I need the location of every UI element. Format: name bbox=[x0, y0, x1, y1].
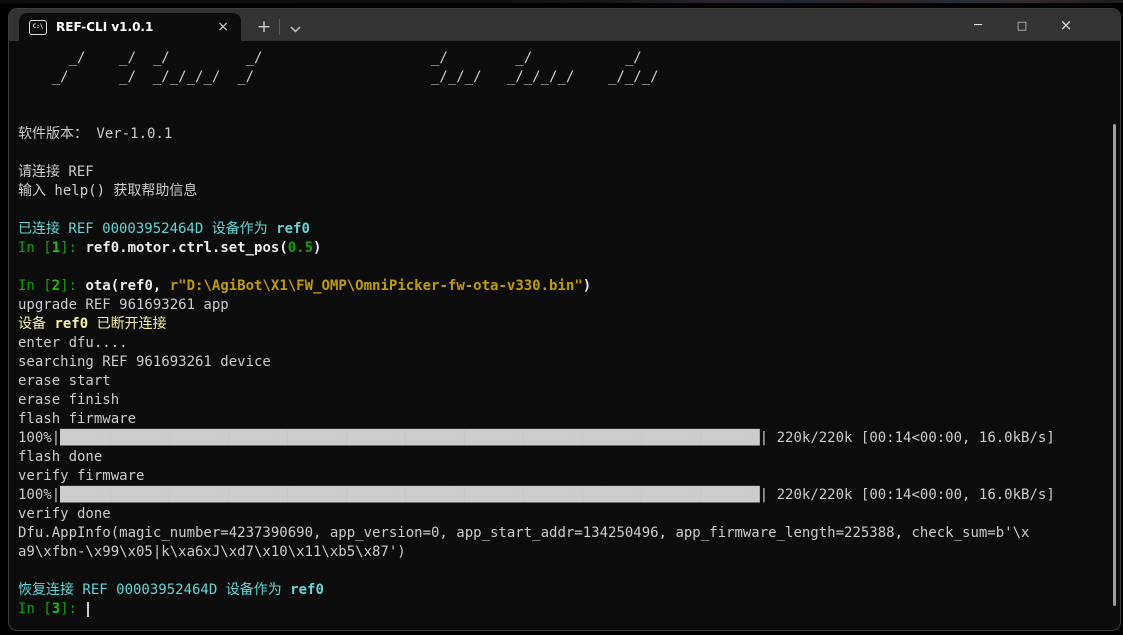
terminal-text-segment: Dfu.AppInfo(magic_number=4237390690, app… bbox=[18, 525, 1029, 541]
scrollbar-thumb[interactable] bbox=[1113, 124, 1116, 606]
terminal-text-segment: erase finish bbox=[18, 392, 119, 408]
terminal-text-segment: 100%| bbox=[18, 487, 60, 503]
terminal-text-segment: verify done bbox=[18, 506, 111, 522]
terminal-text-segment: enter dfu.... bbox=[18, 335, 128, 351]
terminal-line bbox=[18, 201, 1119, 220]
terminal-line: flash done bbox=[18, 448, 1119, 467]
terminal-line bbox=[18, 562, 1119, 581]
terminal-text-segment: ████████████████████████████████████████… bbox=[60, 487, 760, 503]
minimize-button[interactable]: ─ bbox=[956, 9, 1000, 41]
terminal-text-segment: upgrade REF 961693261 app bbox=[18, 297, 229, 313]
terminal-line: searching REF 961693261 device bbox=[18, 353, 1119, 372]
terminal-content[interactable]: _/ _/ _/ _/ _/ _/ _/ _/ _/ _/_/_/_/ _/ _… bbox=[10, 41, 1119, 629]
terminal-line: 请连接 REF bbox=[18, 163, 1119, 182]
terminal-text-segment: ref0.motor.ctrl.set_pos( bbox=[85, 240, 287, 256]
terminal-line: In [2]: ota(ref0, r"D:\AgiBot\X1\FW_OMP\… bbox=[18, 277, 1119, 296]
terminal-line bbox=[18, 144, 1119, 163]
terminal-line: flash firmware bbox=[18, 410, 1119, 429]
terminal-line: 已连接 REF 00003952464D 设备作为 ref0 bbox=[18, 220, 1119, 239]
maximize-button[interactable]: □ bbox=[1000, 9, 1044, 41]
terminal-line: verify done bbox=[18, 505, 1119, 524]
terminal-text-segment: flash firmware bbox=[18, 411, 136, 427]
terminal-text-segment: In [ bbox=[18, 278, 52, 294]
terminal-text-segment: 1 bbox=[52, 240, 60, 256]
cmd-prompt-icon: C:\ bbox=[29, 20, 47, 35]
terminal-text-segment: ]: bbox=[60, 240, 85, 256]
terminal-line bbox=[18, 258, 1119, 277]
terminal-text-segment: 已连接 REF 00003952464D 设备作为 bbox=[18, 221, 276, 237]
terminal-text-segment: In [ bbox=[18, 240, 52, 256]
terminal-line: Dfu.AppInfo(magic_number=4237390690, app… bbox=[18, 524, 1119, 543]
titlebar: C:\ REF-CLI v1.0.1 × + ─ □ × bbox=[9, 9, 1120, 41]
terminal-text-segment: ota(ref0, bbox=[85, 278, 169, 294]
close-button[interactable]: × bbox=[1044, 9, 1088, 41]
terminal-line: 100%|███████████████████████████████████… bbox=[18, 486, 1119, 505]
terminal-text-segment: a9\xfbn-\x99\x05|k\xa6xJ\xd7\x10\x11\xb5… bbox=[18, 544, 406, 560]
terminal-line: _/ _/ _/ _/ _/ _/ _/ bbox=[18, 49, 1119, 68]
window-controls: ─ □ × bbox=[956, 9, 1088, 41]
terminal-line: 设备 ref0 已断开连接 bbox=[18, 315, 1119, 334]
terminal-text-segment: 3 bbox=[52, 601, 60, 617]
terminal-text-segment: searching REF 961693261 device bbox=[18, 354, 271, 370]
tab-title: REF-CLI v1.0.1 bbox=[56, 20, 206, 34]
terminal-text-segment: 输入 help() 获取帮助信息 bbox=[18, 183, 197, 199]
terminal-line: erase start bbox=[18, 372, 1119, 391]
terminal-text-segment: erase start bbox=[18, 373, 111, 389]
terminal-line: erase finish bbox=[18, 391, 1119, 410]
terminal-text-segment: verify firmware bbox=[18, 468, 144, 484]
terminal-text-segment: 0.5 bbox=[288, 240, 313, 256]
terminal-text-segment: In [ bbox=[18, 601, 52, 617]
terminal-text-segment: ) bbox=[583, 278, 591, 294]
terminal-text-segment: 软件版本： Ver-1.0.1 bbox=[18, 126, 172, 142]
new-tab-button[interactable]: + bbox=[249, 13, 279, 41]
terminal-text-segment: r"D:\AgiBot\X1\FW_OMP\OmniPicker-fw-ota-… bbox=[170, 278, 583, 294]
terminal-line: 软件版本： Ver-1.0.1 bbox=[18, 125, 1119, 144]
text-cursor bbox=[87, 602, 89, 617]
terminal-text-segment: _/ _/ _/_/_/_/ _/ _/_/_/ _/_/_/_/ _/_/_/ bbox=[18, 69, 659, 85]
terminal-text-segment: ref0 bbox=[54, 316, 88, 332]
terminal-text-segment: ref0 bbox=[276, 221, 310, 237]
chevron-down-icon bbox=[290, 18, 301, 37]
terminal-line: _/ _/ _/_/_/_/ _/ _/_/_/ _/_/_/_/ _/_/_/ bbox=[18, 68, 1119, 87]
tab-ref-cli[interactable]: C:\ REF-CLI v1.0.1 × bbox=[19, 13, 241, 41]
terminal-text-segment: 设备 bbox=[18, 316, 54, 332]
terminal-text-segment: | 220k/220k [00:14<00:00, 16.0kB/s] bbox=[760, 487, 1055, 503]
terminal-text-segment: flash done bbox=[18, 449, 102, 465]
terminal-text-segment: 请连接 REF bbox=[18, 164, 94, 180]
terminal-line: In [3]: bbox=[18, 600, 1119, 619]
terminal-line: 100%|███████████████████████████████████… bbox=[18, 429, 1119, 448]
terminal-line: In [1]: ref0.motor.ctrl.set_pos(0.5) bbox=[18, 239, 1119, 258]
terminal-text-segment: ) bbox=[313, 240, 321, 256]
terminal-text-segment: ]: bbox=[60, 601, 85, 617]
terminal-line: verify firmware bbox=[18, 467, 1119, 486]
terminal-text-segment: | 220k/220k [00:14<00:00, 16.0kB/s] bbox=[760, 430, 1055, 446]
tab-dropdown-button[interactable] bbox=[280, 13, 310, 41]
screen-edge-artifact bbox=[0, 0, 1123, 3]
terminal-window: C:\ REF-CLI v1.0.1 × + ─ □ × _/ _/ _/ _/… bbox=[8, 8, 1121, 631]
terminal-line: enter dfu.... bbox=[18, 334, 1119, 353]
tab-close-button[interactable]: × bbox=[215, 20, 231, 34]
terminal-text-segment: 恢复连接 REF 00003952464D 设备作为 bbox=[18, 582, 290, 598]
terminal-line bbox=[18, 87, 1119, 106]
terminal-text-segment: ]: bbox=[60, 278, 85, 294]
terminal-text-segment: ref0 bbox=[290, 582, 324, 598]
terminal-text-segment: ████████████████████████████████████████… bbox=[60, 430, 760, 446]
terminal-line bbox=[18, 106, 1119, 125]
terminal-text-segment: 2 bbox=[52, 278, 60, 294]
terminal-text-segment: _/ _/ _/ _/ _/ _/ _/ bbox=[18, 50, 642, 66]
cmd-icon-label: C:\ bbox=[33, 24, 44, 30]
terminal-line: 恢复连接 REF 00003952464D 设备作为 ref0 bbox=[18, 581, 1119, 600]
terminal-line: 输入 help() 获取帮助信息 bbox=[18, 182, 1119, 201]
terminal-text-segment: 100%| bbox=[18, 430, 60, 446]
terminal-text-segment: 已断开连接 bbox=[88, 316, 166, 332]
terminal-line: upgrade REF 961693261 app bbox=[18, 296, 1119, 315]
terminal-line: a9\xfbn-\x99\x05|k\xa6xJ\xd7\x10\x11\xb5… bbox=[18, 543, 1119, 562]
